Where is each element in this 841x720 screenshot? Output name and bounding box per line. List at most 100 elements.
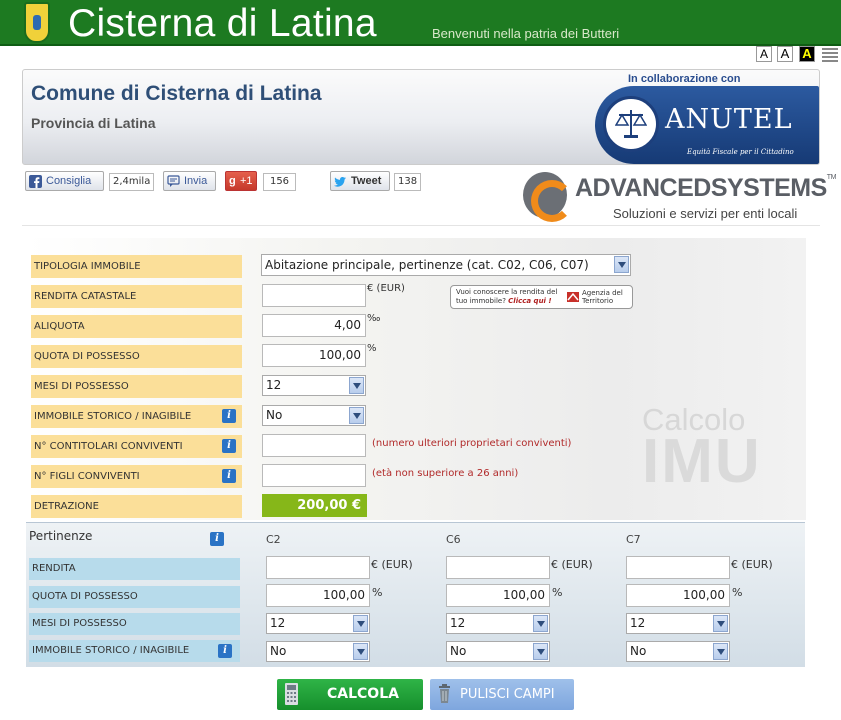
chevron-down-icon[interactable] xyxy=(713,615,728,632)
pert-storico-c6-select[interactable]: No xyxy=(446,641,550,662)
chevron-down-icon[interactable] xyxy=(349,377,364,394)
info-icon[interactable]: i xyxy=(222,439,236,453)
chevron-down-icon[interactable] xyxy=(713,643,728,660)
column-c6: C6 xyxy=(446,533,461,546)
site-title[interactable]: Cisterna di Latina xyxy=(68,2,377,46)
site-header: Cisterna di Latina Benvenuti nella patri… xyxy=(0,0,841,46)
high-contrast-button[interactable]: A xyxy=(799,46,815,62)
pert-storico-label: IMMOBILE STORICO / INAGIBILE xyxy=(29,640,240,662)
quota-label: QUOTA DI POSSESSO xyxy=(31,345,242,368)
info-icon[interactable]: i xyxy=(222,409,236,423)
facebook-icon xyxy=(29,175,42,188)
row-storico: IMMOBILE STORICO / INAGIBILE i No xyxy=(26,401,806,431)
pert-rendita-c7-input[interactable] xyxy=(626,556,730,579)
scales-icon xyxy=(603,96,659,152)
pert-storico-c2-select[interactable]: No xyxy=(266,641,370,662)
pulisci-campi-button[interactable]: PULISCI CAMPI xyxy=(430,679,574,710)
facebook-like-count: 2,4mila xyxy=(109,173,155,191)
advanced-systems-tagline: Soluzioni e servizi per enti locali xyxy=(613,206,798,221)
info-icon[interactable]: i xyxy=(218,644,232,658)
tipologia-select[interactable]: Abitazione principale, pertinenze (cat. … xyxy=(261,254,631,276)
pert-storico-c2-value: No xyxy=(270,644,287,658)
pert-mesi-c6-value: 12 xyxy=(450,616,466,630)
chevron-down-icon[interactable] xyxy=(353,643,368,660)
chevron-down-icon[interactable] xyxy=(353,615,368,632)
contitolari-input[interactable] xyxy=(262,434,366,457)
tweet-button[interactable]: Tweet xyxy=(330,171,390,191)
anutel-name: ANUTEL xyxy=(665,104,793,135)
info-icon[interactable]: i xyxy=(222,469,236,483)
tipologia-value: Abitazione principale, pertinenze (cat. … xyxy=(265,258,589,272)
aliquota-label: ALIQUOTA xyxy=(31,315,242,338)
calcola-button[interactable]: CALCOLA xyxy=(277,679,423,710)
pert-quota-label: QUOTA DI POSSESSO xyxy=(29,586,240,608)
pert-mesi-c2-select[interactable]: 12 xyxy=(266,613,370,634)
google-plus-icon: g xyxy=(229,175,236,187)
facebook-like-button[interactable]: Consiglia xyxy=(25,171,104,191)
province-subtitle: Provincia di Latina xyxy=(31,115,156,131)
font-large-button[interactable]: A xyxy=(777,46,793,62)
column-c2: C2 xyxy=(266,533,281,546)
rendita-input[interactable] xyxy=(262,284,366,307)
advanced-systems-name: ADVANCEDSYSTEMSTM xyxy=(575,174,836,202)
pert-quota-c7-unit: % xyxy=(732,586,743,599)
google-plus-count: 156 xyxy=(263,173,296,191)
anutel-logo[interactable]: ANUTEL Equità Fiscale per il Cittadino xyxy=(595,86,819,164)
row-contitolari: N° CONTITOLARI CONVIVENTI i (numero ulte… xyxy=(26,431,806,461)
speech-bubble-icon xyxy=(167,175,180,187)
pert-storico-c7-select[interactable]: No xyxy=(626,641,730,662)
pertinenze-section: Pertinenze i C2 C6 C7 RENDITA € (EUR) € … xyxy=(26,522,805,667)
column-c7: C7 xyxy=(626,533,641,546)
quota-input[interactable]: 100,00 xyxy=(262,344,366,367)
tweet-count: 138 xyxy=(394,173,422,191)
row-mesi: MESI DI POSSESSO 12 xyxy=(26,371,806,401)
anutel-tagline: Equità Fiscale per il Cittadino xyxy=(687,148,794,156)
pert-mesi-c7-select[interactable]: 12 xyxy=(626,613,730,634)
google-plus-button[interactable]: g +1 xyxy=(225,171,257,191)
pert-quota-c2-input[interactable]: 100,00 xyxy=(266,584,370,607)
twitter-bird-icon xyxy=(334,177,346,187)
pert-quota-c6-unit: % xyxy=(552,586,563,599)
site-subtitle: Benvenuti nella patria dei Butteri xyxy=(432,26,620,41)
rendita-label: RENDITA CATASTALE xyxy=(31,285,242,308)
text-only-icon[interactable] xyxy=(822,46,838,62)
pert-quota-c7-input[interactable]: 100,00 xyxy=(626,584,730,607)
pert-rendita-c2-input[interactable] xyxy=(266,556,370,579)
google-plus-label: +1 xyxy=(240,175,253,187)
chevron-down-icon[interactable] xyxy=(614,256,629,273)
mesi-value: 12 xyxy=(266,378,282,392)
advanced-systems-icon xyxy=(523,172,573,222)
figli-note: (età non superiore a 26 anni) xyxy=(372,468,519,479)
storico-select[interactable]: No xyxy=(262,405,366,426)
agenzia-logo-icon xyxy=(567,292,579,302)
tipologia-label: TIPOLOGIA IMMOBILE xyxy=(31,255,242,278)
aliquota-unit: ‰ xyxy=(367,313,381,324)
figli-input[interactable] xyxy=(262,464,366,487)
font-small-button[interactable]: A xyxy=(756,46,772,62)
pert-rendita-label: RENDITA xyxy=(29,558,240,580)
advanced-systems-logo[interactable]: ADVANCEDSYSTEMSTM Soluzioni e servizi pe… xyxy=(523,172,836,222)
calcola-label: CALCOLA xyxy=(327,686,399,702)
share-send-button[interactable]: Invia xyxy=(163,171,216,191)
mesi-select[interactable]: 12 xyxy=(262,375,366,396)
chevron-down-icon[interactable] xyxy=(533,615,548,632)
storico-value: No xyxy=(266,408,283,422)
detrazione-label: DETRAZIONE xyxy=(31,495,242,518)
row-quota: QUOTA DI POSSESSO 100,00 % xyxy=(26,341,806,371)
row-figli: N° FIGLI CONVIVENTI i (età non superiore… xyxy=(26,461,806,491)
contitolari-label: N° CONTITOLARI CONVIVENTI xyxy=(31,435,242,458)
pert-rendita-c2-unit: € (EUR) xyxy=(371,558,413,571)
pert-quota-c6-input[interactable]: 100,00 xyxy=(446,584,550,607)
info-icon[interactable]: i xyxy=(210,532,224,546)
tweet-label: Tweet xyxy=(351,175,382,187)
chevron-down-icon[interactable] xyxy=(533,643,548,660)
chevron-down-icon[interactable] xyxy=(349,407,364,424)
rendita-unit: € (EUR) xyxy=(367,283,405,294)
agenzia-territorio-link[interactable]: Vuoi conoscere la rendita del tuo immobi… xyxy=(450,285,633,309)
detrazione-value: 200,00 € xyxy=(262,494,367,517)
contitolari-note: (numero ulteriori proprietari conviventi… xyxy=(372,438,572,449)
pert-rendita-c6-input[interactable] xyxy=(446,556,550,579)
divider xyxy=(22,225,820,226)
pert-mesi-c6-select[interactable]: 12 xyxy=(446,613,550,634)
aliquota-input[interactable]: 4,00 xyxy=(262,314,366,337)
